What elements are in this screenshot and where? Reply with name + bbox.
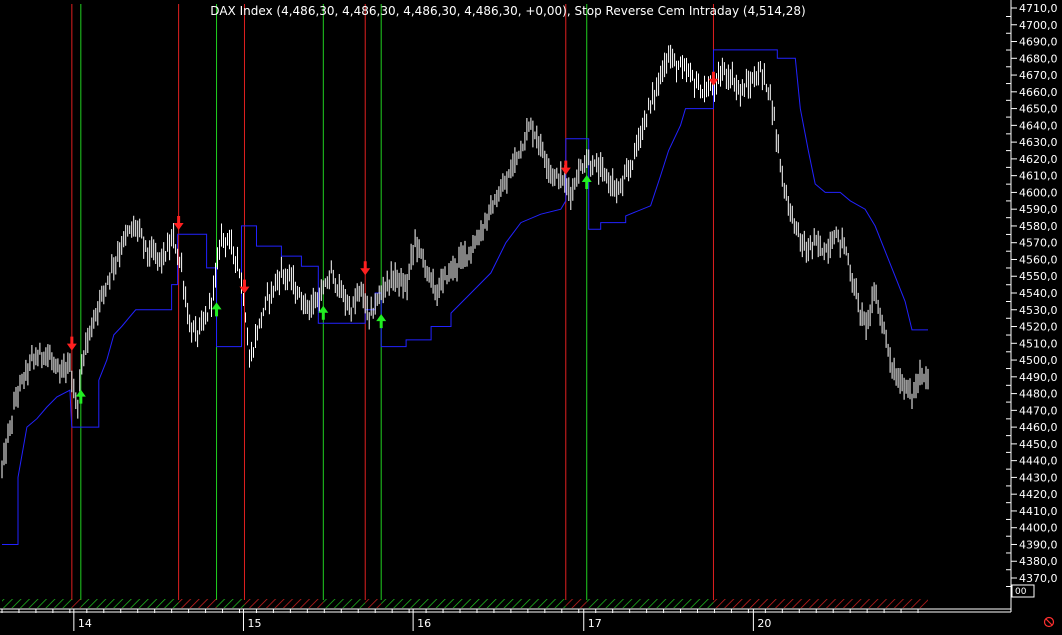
corner-label: 00 <box>1015 587 1027 597</box>
y-tick-label: 4610,0 <box>1019 170 1058 183</box>
y-tick-label: 4710,0 <box>1019 2 1058 15</box>
chart-canvas: 4710,0 4700,0 4690,0 4680,0 4670,0 4660,0 4650… <box>0 0 1062 631</box>
strip-segment <box>80 599 179 608</box>
y-tick-label: 4560,0 <box>1019 253 1058 266</box>
y-tick-label: 4700,0 <box>1019 19 1058 32</box>
y-tick-label: 4570,0 <box>1019 237 1058 250</box>
y-tick-label: 4510,0 <box>1019 337 1058 350</box>
y-tick-label: 4370,0 <box>1019 572 1058 585</box>
strip-segment <box>365 599 382 608</box>
y-tick-label: 4530,0 <box>1019 304 1058 317</box>
y-tick-label: 4630,0 <box>1019 136 1058 149</box>
y-tick-label: 4440,0 <box>1019 455 1058 468</box>
strip-segment <box>216 599 245 608</box>
strip-segment <box>323 599 366 608</box>
chart-title: DAX Index (4,486,30, 4,486,30, 4,486,30,… <box>210 4 805 18</box>
y-tick-label: 4680,0 <box>1019 52 1058 65</box>
indicator-strip <box>2 599 929 608</box>
y-tick-label: 4490,0 <box>1019 371 1058 384</box>
y-tick-label: 4620,0 <box>1019 153 1058 166</box>
y-tick-label: 4670,0 <box>1019 69 1058 82</box>
y-tick-label: 4650,0 <box>1019 103 1058 116</box>
y-tick-label: 4550,0 <box>1019 270 1058 283</box>
y-tick-label: 4460,0 <box>1019 421 1058 434</box>
y-tick-label: 4380,0 <box>1019 555 1058 568</box>
strip-segment <box>178 599 217 608</box>
x-tick-label: 17 <box>588 617 602 630</box>
y-tick-label: 4390,0 <box>1019 538 1058 551</box>
y-tick-label: 4420,0 <box>1019 488 1058 501</box>
y-tick-label: 4400,0 <box>1019 522 1058 535</box>
x-tick-label: 15 <box>247 617 261 630</box>
y-tick-label: 4500,0 <box>1019 354 1058 367</box>
y-tick-label: 4590,0 <box>1019 203 1058 216</box>
y-tick-label: 4430,0 <box>1019 471 1058 484</box>
y-tick-label: 4520,0 <box>1019 321 1058 334</box>
y-tick-label: 4600,0 <box>1019 186 1058 199</box>
x-tick-label: 16 <box>417 617 431 630</box>
strip-segment <box>244 599 324 608</box>
y-tick-label: 4580,0 <box>1019 220 1058 233</box>
strip-segment <box>713 599 929 608</box>
y-tick-label: 4450,0 <box>1019 438 1058 451</box>
corner-box: 00 <box>1011 584 1035 598</box>
y-tick-label: 4470,0 <box>1019 404 1058 417</box>
chart-background <box>0 0 1062 631</box>
y-tick-label: 4690,0 <box>1019 36 1058 49</box>
chart: 4710,0 4700,0 4690,0 4680,0 4670,0 4660,0 4650… <box>0 0 1062 631</box>
strip-segment <box>71 599 81 608</box>
strip-segment <box>2 599 72 608</box>
y-tick-label: 4480,0 <box>1019 388 1058 401</box>
x-tick-label: 20 <box>757 617 771 630</box>
y-tick-label: 4660,0 <box>1019 86 1058 99</box>
y-tick-label: 4410,0 <box>1019 505 1058 518</box>
strip-segment <box>565 599 587 608</box>
y-tick-label: 4640,0 <box>1019 119 1058 132</box>
y-tick-label: 4540,0 <box>1019 287 1058 300</box>
x-tick-label: 14 <box>78 617 92 630</box>
strip-segment <box>381 599 566 608</box>
strip-segment <box>586 599 714 608</box>
